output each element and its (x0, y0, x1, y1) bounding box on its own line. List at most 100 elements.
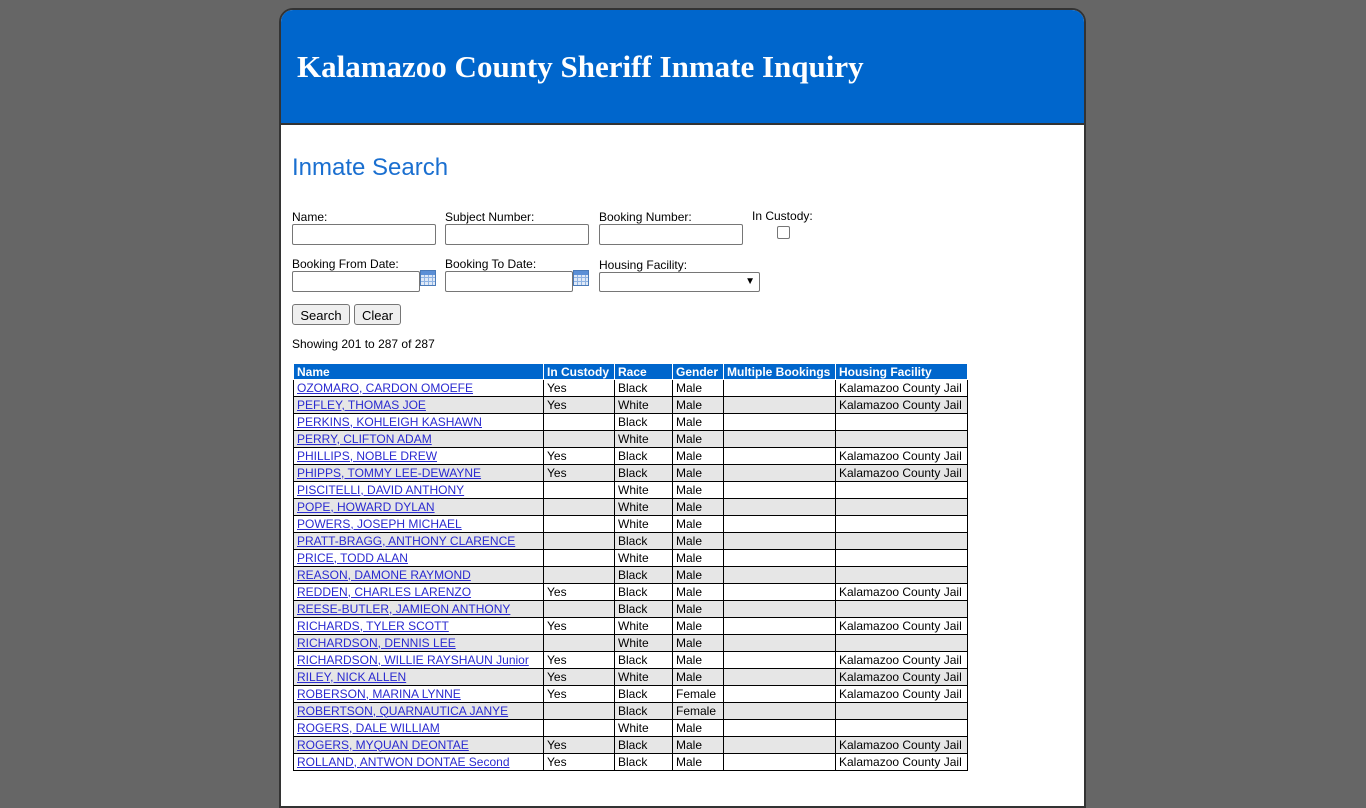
inmate-name-link[interactable]: POPE, HOWARD DYLAN (297, 500, 435, 514)
cell-multiple-bookings (723, 736, 836, 754)
cell-in-custody (543, 549, 615, 567)
cell-housing-facility: Kalamazoo County Jail (835, 668, 968, 686)
table-row[interactable]: POPE, HOWARD DYLAN White Male (293, 498, 968, 516)
cell-gender: Male (672, 583, 724, 601)
table-row[interactable]: REDDEN, CHARLES LARENZO Yes Black Male Kalam… (293, 583, 968, 601)
cell-in-custody (543, 600, 615, 618)
table-row[interactable]: RILEY, NICK ALLEN Yes White Male Kalamazoo C… (293, 668, 968, 686)
table-row[interactable]: PRATT-BRAGG, ANTHONY CLARENCE Black Male (293, 532, 968, 550)
cell-name: PERKINS, KOHLEIGH KASHAWN (293, 413, 544, 431)
table-row[interactable]: PERRY, CLIFTON ADAM White Male (293, 430, 968, 448)
cell-in-custody: Yes (543, 617, 615, 635)
cell-name: PHIPPS, TOMMY LEE-DEWAYNE (293, 464, 544, 482)
cell-multiple-bookings (723, 532, 836, 550)
booking-to-date-field[interactable] (445, 271, 573, 292)
cell-race: White (614, 396, 673, 414)
cell-name: RILEY, NICK ALLEN (293, 668, 544, 686)
inmate-name-link[interactable]: RILEY, NICK ALLEN (297, 670, 406, 684)
booking-number-label: Booking Number: (599, 210, 692, 224)
cell-multiple-bookings (723, 651, 836, 669)
cell-gender: Male (672, 498, 724, 516)
table-row[interactable]: REESE-BUTLER, JAMIEON ANTHONY Black Male (293, 600, 968, 618)
cell-housing-facility (835, 719, 968, 737)
in-custody-checkbox[interactable] (777, 226, 790, 239)
housing-facility-select[interactable]: ▼ (599, 272, 760, 292)
inmate-name-link[interactable]: ROLLAND, ANTWON DONTAE Second (297, 755, 510, 769)
cell-race: White (614, 430, 673, 448)
table-row[interactable]: PISCITELLI, DAVID ANTHONY White Male (293, 481, 968, 499)
inmate-name-link[interactable]: RICHARDSON, DENNIS LEE (297, 636, 456, 650)
inmate-name-link[interactable]: POWERS, JOSEPH MICHAEL (297, 517, 462, 531)
subject-number-field[interactable] (445, 224, 589, 245)
inmate-name-link[interactable]: OZOMARO, CARDON OMOEFE (297, 381, 473, 395)
table-row[interactable]: ROGERS, MYQUAN DEONTAE Yes Black Male Kalama… (293, 736, 968, 754)
cell-gender: Male (672, 396, 724, 414)
cell-in-custody: Yes (543, 379, 615, 397)
calendar-icon[interactable] (420, 270, 436, 286)
cell-name: ROBERTSON, QUARNAUTICA JANYE (293, 702, 544, 720)
table-row[interactable]: RICHARDS, TYLER SCOTT Yes White Male Kalamaz… (293, 617, 968, 635)
table-row[interactable]: PRICE, TODD ALAN White Male (293, 549, 968, 567)
table-row[interactable]: RICHARDSON, WILLIE RAYSHAUN Junior Yes Bla… (293, 651, 968, 669)
inmate-name-link[interactable]: REASON, DAMONE RAYMOND (297, 568, 471, 582)
cell-multiple-bookings (723, 396, 836, 414)
table-row[interactable]: OZOMARO, CARDON OMOEFE Yes Black Male Kalama… (293, 379, 968, 397)
inmate-name-link[interactable]: RICHARDSON, WILLIE RAYSHAUN Junior (297, 653, 529, 667)
cell-race: Black (614, 736, 673, 754)
table-row[interactable]: PEFLEY, THOMAS JOE Yes White Male Kalamazoo … (293, 396, 968, 414)
column-header-race[interactable]: Race (614, 363, 673, 380)
column-header-multiple-bookings[interactable]: Multiple Bookings (723, 363, 836, 380)
inmate-name-link[interactable]: PISCITELLI, DAVID ANTHONY (297, 483, 464, 497)
cell-gender: Male (672, 600, 724, 618)
inmate-name-link[interactable]: RICHARDS, TYLER SCOTT (297, 619, 449, 633)
cell-housing-facility: Kalamazoo County Jail (835, 396, 968, 414)
column-header-gender[interactable]: Gender (672, 363, 724, 380)
inmate-name-link[interactable]: PRICE, TODD ALAN (297, 551, 408, 565)
booking-from-date-field[interactable] (292, 271, 420, 292)
inmate-name-link[interactable]: ROGERS, DALE WILLIAM (297, 721, 440, 735)
cell-housing-facility: Kalamazoo County Jail (835, 447, 968, 465)
inmate-name-link[interactable]: ROGERS, MYQUAN DEONTAE (297, 738, 469, 752)
table-row[interactable]: RICHARDSON, DENNIS LEE White Male (293, 634, 968, 652)
cell-race: Black (614, 685, 673, 703)
column-header-housing-facility[interactable]: Housing Facility (835, 363, 968, 380)
inmate-name-link[interactable]: ROBERTSON, QUARNAUTICA JANYE (297, 704, 508, 718)
table-row[interactable]: ROBERSON, MARINA LYNNE Yes Black Female Kala… (293, 685, 968, 703)
inmate-name-link[interactable]: REESE-BUTLER, JAMIEON ANTHONY (297, 602, 510, 616)
inmate-name-link[interactable]: PEFLEY, THOMAS JOE (297, 398, 426, 412)
column-header-in-custody[interactable]: In Custody (543, 363, 615, 380)
name-field[interactable] (292, 224, 436, 245)
table-row[interactable]: PERKINS, KOHLEIGH KASHAWN Black Male (293, 413, 968, 431)
table-row[interactable]: PHIPPS, TOMMY LEE-DEWAYNE Yes Black Male Kal… (293, 464, 968, 482)
cell-multiple-bookings (723, 702, 836, 720)
inmate-name-link[interactable]: REDDEN, CHARLES LARENZO (297, 585, 471, 599)
cell-name: ROGERS, MYQUAN DEONTAE (293, 736, 544, 754)
calendar-icon[interactable] (573, 270, 589, 286)
cell-multiple-bookings (723, 566, 836, 584)
search-button[interactable]: Search (292, 304, 350, 325)
inmate-name-link[interactable]: PHILLIPS, NOBLE DREW (297, 449, 437, 463)
column-header-name[interactable]: Name (293, 363, 544, 380)
cell-multiple-bookings (723, 464, 836, 482)
cell-race: Black (614, 702, 673, 720)
table-row[interactable]: PHILLIPS, NOBLE DREW Yes Black Male Kalamazo… (293, 447, 968, 465)
cell-name: REDDEN, CHARLES LARENZO (293, 583, 544, 601)
cell-name: POWERS, JOSEPH MICHAEL (293, 515, 544, 533)
inmate-name-link[interactable]: PERKINS, KOHLEIGH KASHAWN (297, 415, 482, 429)
cell-name: PRICE, TODD ALAN (293, 549, 544, 567)
table-row[interactable]: REASON, DAMONE RAYMOND Black Male (293, 566, 968, 584)
table-row[interactable]: POWERS, JOSEPH MICHAEL White Male (293, 515, 968, 533)
inmate-name-link[interactable]: PERRY, CLIFTON ADAM (297, 432, 432, 446)
table-row[interactable]: ROGERS, DALE WILLIAM White Male (293, 719, 968, 737)
cell-name: RICHARDSON, DENNIS LEE (293, 634, 544, 652)
clear-button[interactable]: Clear (354, 304, 401, 325)
inmate-name-link[interactable]: PRATT-BRAGG, ANTHONY CLARENCE (297, 534, 515, 548)
cell-gender: Male (672, 719, 724, 737)
table-row[interactable]: ROBERTSON, QUARNAUTICA JANYE Black Female (293, 702, 968, 720)
cell-housing-facility (835, 634, 968, 652)
booking-number-field[interactable] (599, 224, 743, 245)
cell-housing-facility: Kalamazoo County Jail (835, 617, 968, 635)
inmate-name-link[interactable]: PHIPPS, TOMMY LEE-DEWAYNE (297, 466, 481, 480)
cell-race: White (614, 549, 673, 567)
inmate-name-link[interactable]: ROBERSON, MARINA LYNNE (297, 687, 461, 701)
